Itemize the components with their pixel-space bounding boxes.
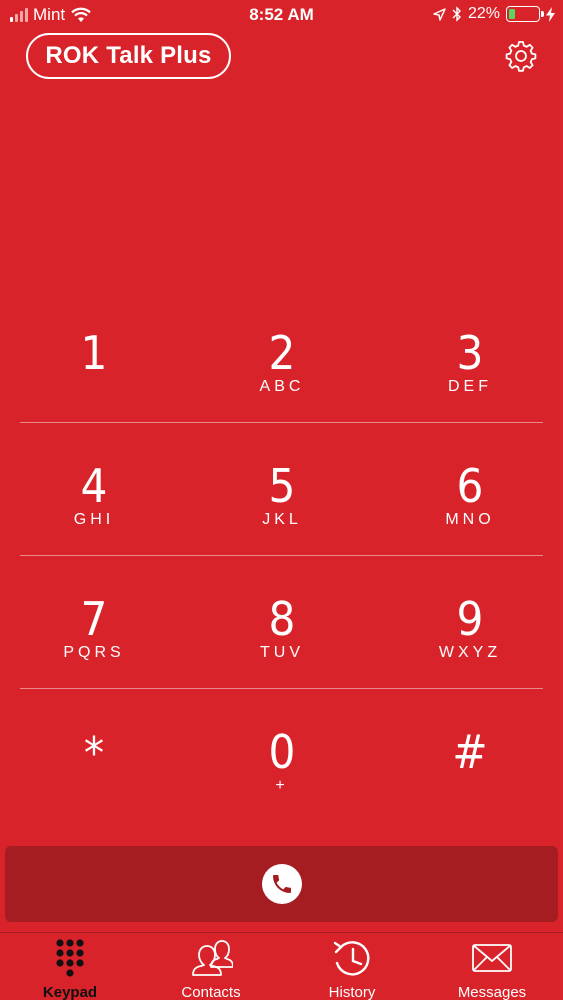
key-digit: 8 — [268, 592, 296, 646]
key-digit: 3 — [456, 326, 484, 380]
key-digit: 1 — [80, 326, 108, 380]
key-digit: 6 — [456, 459, 484, 513]
key-4[interactable]: 4 GHI — [0, 423, 188, 556]
app-title: ROK Talk Plus — [26, 33, 231, 79]
key-letters: ABC — [259, 378, 305, 395]
key-digit: 7 — [80, 592, 108, 646]
key-9[interactable]: 9 WXYZ — [376, 556, 563, 689]
key-digit: 9 — [456, 592, 484, 646]
contacts-icon — [192, 940, 233, 976]
keypad-icon — [56, 939, 84, 977]
tab-label: Keypad — [42, 984, 98, 1000]
settings-button[interactable] — [505, 40, 537, 72]
phone-icon — [272, 875, 291, 893]
key-letters: DEF — [448, 378, 492, 395]
tab-messages[interactable]: Messages — [422, 933, 562, 1000]
key-letters: + — [275, 777, 289, 794]
key-letters: PQRS — [63, 644, 125, 661]
keypad: 1 2 ABC 3 DEF 4 GHI 5 JKL 6 MNO 7 PQRS 8… — [0, 290, 563, 822]
key-digit: 5 — [268, 459, 296, 513]
battery-percent: 22% — [467, 5, 500, 22]
bluetooth-icon — [452, 6, 461, 22]
tab-contacts[interactable]: Contacts — [141, 933, 281, 1000]
call-icon-circle — [261, 864, 302, 904]
keypad-row-1: 1 2 ABC 3 DEF — [20, 290, 543, 423]
keypad-row-3: 7 PQRS 8 TUV 9 WXYZ — [20, 556, 543, 689]
tab-label: Contacts — [181, 984, 241, 1000]
status-right: 22% — [433, 5, 555, 23]
tab-history[interactable]: History — [282, 933, 422, 1000]
key-2[interactable]: 2 ABC — [188, 290, 376, 423]
history-icon — [333, 941, 370, 976]
status-bar: Mint 8:52 AM 22% — [0, 0, 563, 30]
key-5[interactable]: 5 JKL — [188, 423, 376, 556]
key-digit: 2 — [268, 326, 296, 380]
key-letters: JKL — [262, 511, 302, 528]
key-0[interactable]: 0 + — [188, 689, 376, 822]
key-8[interactable]: 8 TUV — [188, 556, 376, 689]
key-letters: WXYZ — [438, 644, 502, 661]
key-digit: 0 — [268, 725, 296, 779]
location-icon — [433, 7, 446, 21]
tab-label: History — [328, 984, 376, 1000]
tab-keypad[interactable]: Keypad — [0, 933, 140, 1000]
key-digit: * — [83, 728, 105, 779]
keypad-row-4: * 0 + # — [0, 689, 563, 822]
key-hash[interactable]: # — [376, 689, 563, 822]
call-button[interactable] — [5, 846, 558, 922]
key-7[interactable]: 7 PQRS — [0, 556, 188, 689]
key-1[interactable]: 1 — [0, 290, 188, 423]
tab-label: Messages — [457, 984, 527, 1000]
envelope-icon — [472, 944, 512, 972]
header: ROK Talk Plus — [0, 33, 563, 81]
tab-bar: Keypad Contacts History Messages — [0, 932, 563, 1000]
key-3[interactable]: 3 DEF — [376, 290, 563, 423]
battery-icon — [506, 6, 544, 22]
gear-icon — [505, 41, 537, 72]
battery-level — [509, 9, 516, 19]
key-letters: TUV — [260, 644, 304, 661]
key-digit: 4 — [80, 459, 108, 513]
key-letters: MNO — [445, 511, 495, 528]
key-letters: GHI — [73, 511, 115, 528]
key-digit: # — [452, 725, 488, 779]
keypad-row-2: 4 GHI 5 JKL 6 MNO — [20, 423, 543, 556]
key-star[interactable]: * — [0, 689, 188, 822]
charging-icon — [546, 6, 555, 22]
key-6[interactable]: 6 MNO — [376, 423, 563, 556]
